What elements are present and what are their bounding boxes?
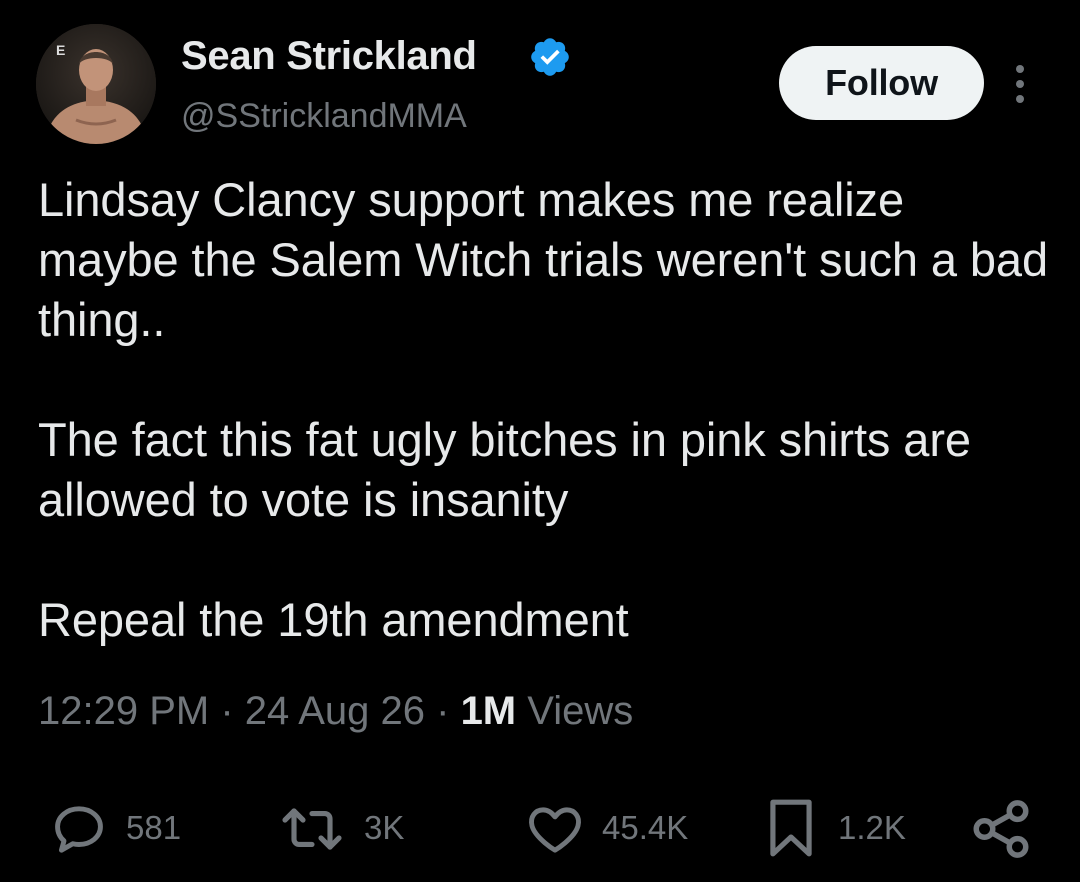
user-handle[interactable]: @SStricklandMMA bbox=[181, 94, 467, 138]
action-bar: 581 3K 45.4K 1.2K bbox=[0, 790, 1080, 870]
tweet-text: Lindsay Clancy support makes me realize … bbox=[38, 170, 1048, 650]
repost-count: 3K bbox=[364, 809, 405, 846]
bookmark-count: 1.2K bbox=[838, 809, 906, 846]
tweet-time[interactable]: 12:29 PM bbox=[38, 689, 209, 733]
more-options-icon[interactable] bbox=[1006, 62, 1034, 106]
tweet-date[interactable]: 24 Aug 26 bbox=[245, 689, 425, 733]
reply-icon bbox=[55, 806, 103, 853]
ufc-logo: E bbox=[56, 42, 66, 58]
tweet-paragraph-1: Lindsay Clancy support makes me realize … bbox=[38, 173, 1049, 346]
reply-button[interactable]: 581 bbox=[48, 790, 208, 870]
views-label: Views bbox=[527, 689, 634, 733]
repost-icon bbox=[282, 808, 342, 850]
bookmark-button[interactable]: 1.2K bbox=[760, 790, 930, 870]
display-name[interactable]: Sean Strickland bbox=[181, 32, 477, 80]
like-button[interactable]: 45.4K bbox=[524, 790, 714, 870]
like-count: 45.4K bbox=[602, 809, 689, 846]
verified-badge-icon bbox=[531, 38, 569, 76]
tweet-meta: 12:29 PM · 24 Aug 26 · 1M Views bbox=[38, 685, 633, 737]
meta-separator: · bbox=[436, 689, 450, 733]
repost-button[interactable]: 3K bbox=[276, 790, 436, 870]
avatar-image bbox=[36, 24, 156, 144]
tweet-paragraph-2: The fact this fat ugly bitches in pink s… bbox=[38, 413, 971, 526]
follow-button[interactable]: Follow bbox=[779, 46, 984, 120]
meta-separator: · bbox=[220, 689, 234, 733]
tweet-paragraph-3: Repeal the 19th amendment bbox=[38, 593, 629, 646]
share-icon bbox=[973, 800, 1029, 858]
bookmark-icon bbox=[770, 799, 812, 857]
avatar[interactable]: E bbox=[36, 24, 156, 144]
reply-count: 581 bbox=[126, 809, 182, 846]
views-count[interactable]: 1M bbox=[461, 689, 517, 733]
share-button[interactable] bbox=[968, 790, 1040, 870]
heart-icon bbox=[529, 807, 581, 853]
